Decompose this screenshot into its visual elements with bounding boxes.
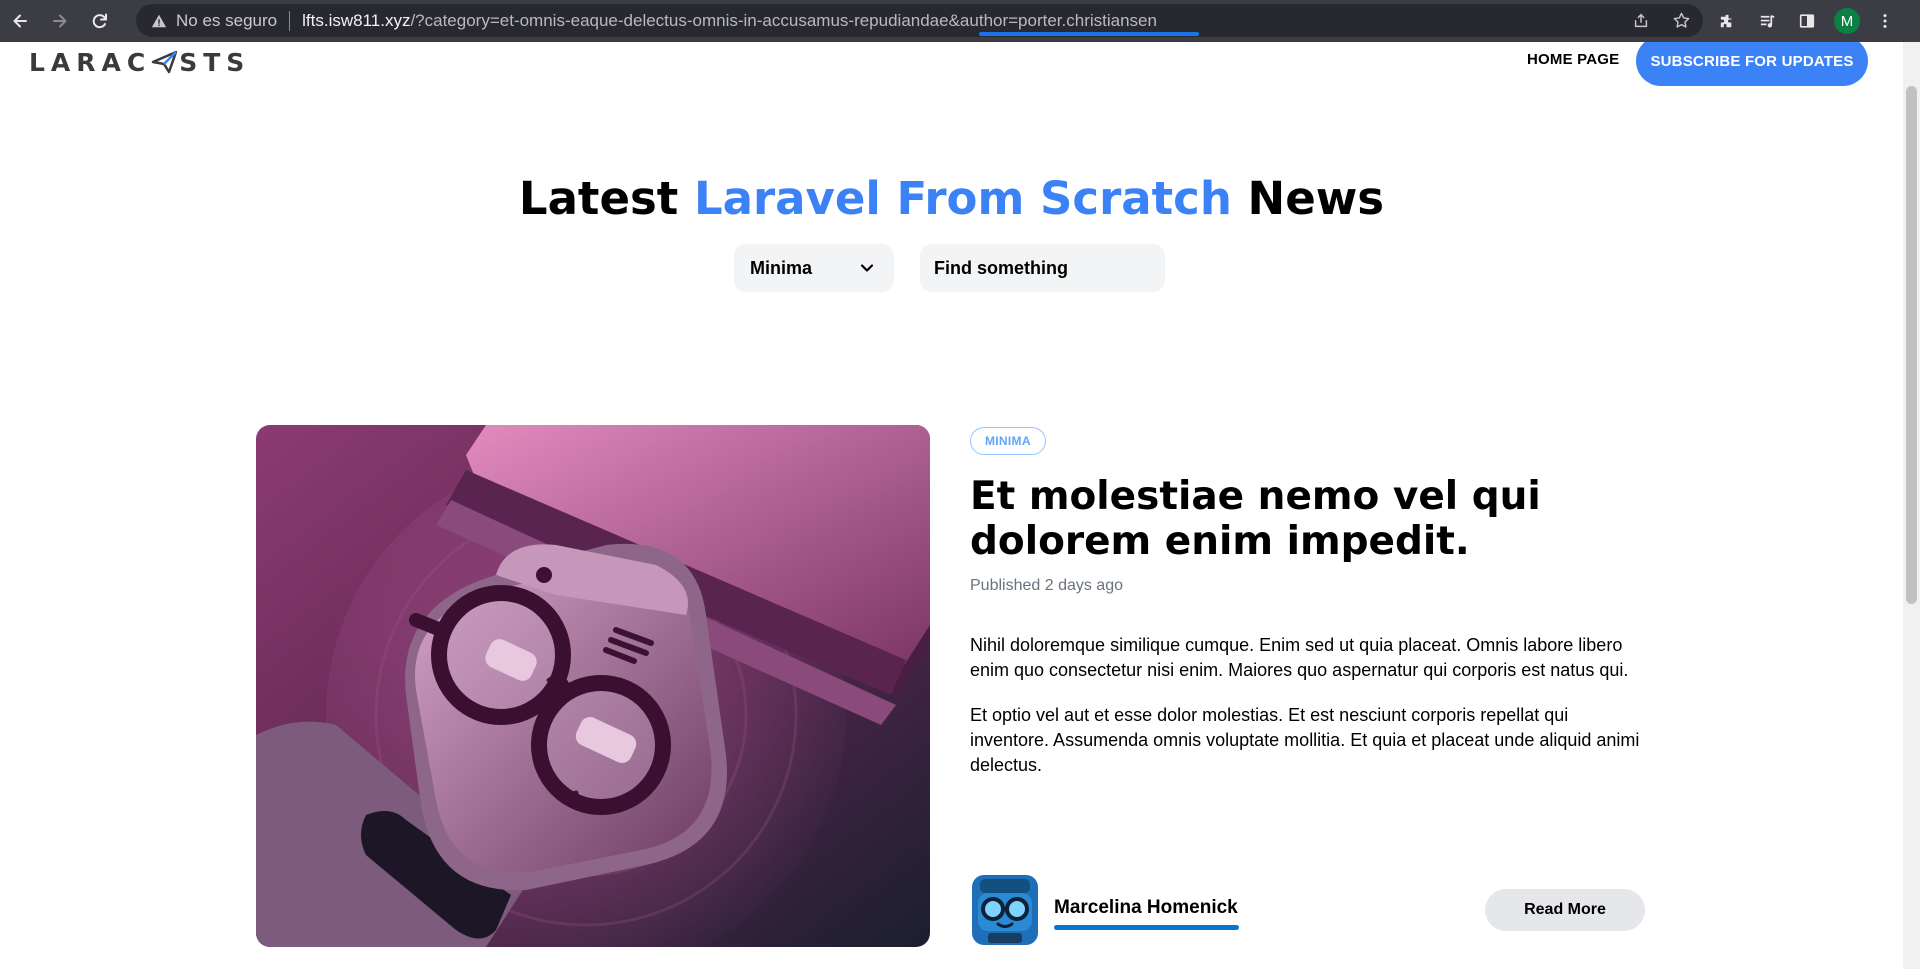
back-arrow-icon[interactable] xyxy=(0,0,40,42)
search-field[interactable] xyxy=(920,244,1165,292)
paper-plane-icon xyxy=(151,50,178,74)
post-excerpt: Nihil doloremque similique cumque. Enim … xyxy=(970,633,1646,798)
title-prefix: Latest xyxy=(518,172,694,225)
author-name-highlight-bar xyxy=(1054,925,1239,930)
published-label: Published xyxy=(970,577,1045,594)
author-name[interactable]: Marcelina Homenick xyxy=(1054,897,1238,919)
post-title[interactable]: Et molestiae nemo vel qui dolorem enim i… xyxy=(970,474,1610,564)
chevron-down-icon xyxy=(860,264,874,272)
laracasts-logo[interactable]: LARAC STS xyxy=(29,44,250,80)
excerpt-paragraph: Nihil doloremque similique cumque. Enim … xyxy=(970,635,1629,680)
scrollbar-thumb[interactable] xyxy=(1906,86,1917,604)
read-more-button[interactable]: Read More xyxy=(1485,889,1645,931)
post-thumbnail[interactable] xyxy=(256,425,930,947)
subscribe-button[interactable]: SUBSCRIBE FOR UPDATES xyxy=(1636,42,1868,86)
url-highlight-bar xyxy=(979,32,1199,36)
search-input[interactable] xyxy=(934,257,1154,279)
author-avatar xyxy=(970,871,1040,947)
page-scrollbar[interactable] xyxy=(1903,42,1920,969)
media-icon[interactable] xyxy=(1750,4,1784,38)
profile-avatar[interactable]: M xyxy=(1830,4,1864,38)
excerpt-paragraph: Et optio vel aut et esse dolor molestias… xyxy=(970,705,1640,775)
title-suffix: News xyxy=(1231,172,1385,225)
logo-text-left: LARAC xyxy=(29,47,152,77)
toolbar-actions: M xyxy=(1710,0,1900,42)
published-date: Published 2 days ago xyxy=(970,577,1123,595)
warning-icon[interactable] xyxy=(150,12,168,30)
published-time: 2 days ago xyxy=(1044,577,1123,594)
side-panel-icon[interactable] xyxy=(1790,4,1824,38)
omnibox-divider xyxy=(289,10,291,31)
page-viewport: LARAC STS HOME PAGE SUBSCRIBE FOR UPDATE… xyxy=(0,42,1903,969)
security-label[interactable]: No es seguro xyxy=(176,11,277,31)
share-icon[interactable] xyxy=(1625,5,1657,37)
url-text[interactable]: lfts.isw811.xyz/?category=et-omnis-eaque… xyxy=(302,11,1157,31)
category-dropdown[interactable]: Minima xyxy=(734,244,894,292)
logo-wordmark: LARAC STS xyxy=(29,48,250,77)
home-page-link[interactable]: HOME PAGE xyxy=(1527,51,1619,68)
page-title: Latest Laravel From Scratch News xyxy=(0,172,1903,225)
robot-illustration xyxy=(256,425,930,947)
browser-toolbar: No es seguro lfts.isw811.xyz/?category=e… xyxy=(0,0,1920,42)
url-host: lfts.isw811.xyz xyxy=(302,10,411,30)
title-accent: Laravel From Scratch xyxy=(693,172,1232,225)
forward-arrow-icon[interactable] xyxy=(40,0,80,42)
puzzle-icon[interactable] xyxy=(1710,4,1744,38)
category-badge[interactable]: MINIMA xyxy=(970,427,1046,455)
url-path: /?category=et-omnis-eaque-delectus-omnis… xyxy=(410,10,1157,30)
logo-text-right: STS xyxy=(179,47,251,77)
category-selected-value: Minima xyxy=(750,257,813,278)
omnibox-actions xyxy=(1625,4,1697,37)
address-bar[interactable]: No es seguro lfts.isw811.xyz/?category=e… xyxy=(136,4,1703,37)
robot-avatar-icon xyxy=(970,871,1040,947)
profile-initial: M xyxy=(1834,8,1860,34)
star-icon[interactable] xyxy=(1665,5,1697,37)
reload-icon[interactable] xyxy=(80,0,120,42)
more-vert-icon[interactable] xyxy=(1870,4,1900,38)
